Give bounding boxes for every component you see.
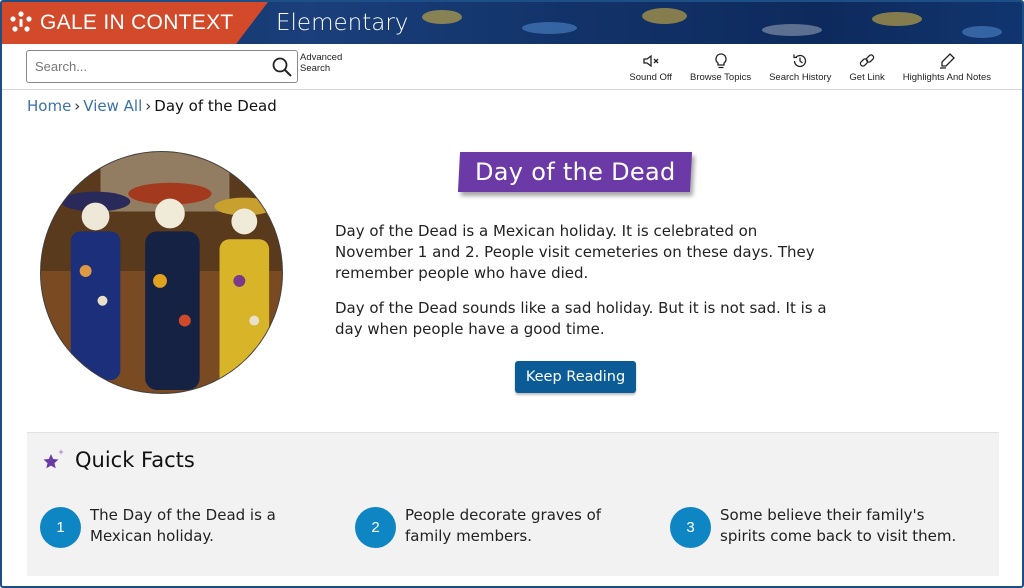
brand-name: GALE IN CONTEXT (40, 11, 234, 34)
banner-decoration (762, 24, 822, 36)
fact-text: People decorate graves of family members… (405, 506, 602, 545)
quick-facts-section: Quick Facts 1 The Day of the Dead is a M… (27, 432, 999, 576)
advanced-search-label-2: Search (300, 63, 331, 74)
lightbulb-icon (714, 53, 727, 69)
highlights-notes-label: Highlights And Notes (902, 72, 991, 83)
sound-off-button[interactable]: Sound Off (620, 52, 681, 83)
quick-facts-heading: Quick Facts (75, 448, 195, 472)
advanced-search-label-1: Advanced (300, 52, 343, 63)
speaker-muted-icon (643, 54, 659, 68)
edition-label: Elementary (276, 10, 409, 36)
get-link-button[interactable]: Get Link (840, 52, 893, 83)
banner-decoration (872, 12, 922, 26)
history-icon (793, 54, 807, 68)
keep-reading-button[interactable]: Keep Reading (515, 361, 636, 393)
breadcrumb-current: Day of the Dead (154, 97, 277, 115)
article-paragraph: Day of the Dead is a Mexican holiday. It… (335, 222, 815, 282)
article-image (40, 151, 283, 394)
sound-off-label: Sound Off (629, 72, 673, 83)
top-banner: GALE IN CONTEXT Elementary (2, 2, 1022, 44)
breadcrumb-separator: › (74, 97, 81, 115)
breadcrumb-home-link[interactable]: Home (27, 97, 71, 115)
search-box (26, 50, 298, 83)
article-summary: Day of the Dead is a Mexican holiday. It… (335, 221, 830, 354)
fact-number-badge: 1 (40, 507, 81, 548)
article-title-text: Day of the Dead (475, 158, 676, 186)
search-history-label: Search History (769, 72, 832, 83)
article-title: Day of the Dead (457, 152, 693, 192)
link-icon (859, 54, 875, 67)
browse-topics-button[interactable]: Browse Topics (681, 52, 760, 83)
banner-decoration (642, 8, 687, 24)
highlights-notes-button[interactable]: Highlights And Notes (894, 52, 1000, 83)
banner-decoration (522, 22, 577, 34)
article-title-wrap: Day of the Dead (457, 152, 693, 192)
app-frame: GALE IN CONTEXT Elementary Advanced Sear… (0, 0, 1024, 588)
banner-decoration (422, 10, 462, 24)
advanced-search-link[interactable]: Advanced Search (300, 52, 342, 74)
fact-number-badge: 3 (670, 507, 711, 548)
search-icon[interactable] (271, 56, 293, 78)
get-link-label: Get Link (849, 72, 885, 83)
browse-topics-label: Browse Topics (690, 72, 752, 83)
highlighter-icon (939, 53, 955, 69)
quick-fact-item: 3 Some believe their family's spirits co… (670, 505, 965, 548)
gale-logo-icon (8, 10, 34, 36)
quick-fact-item: 2 People decorate graves of family membe… (355, 505, 650, 548)
breadcrumb-view-all-link[interactable]: View All (83, 97, 142, 115)
breadcrumb: Home › View All › Day of the Dead (27, 97, 277, 115)
banner-decoration (962, 26, 1002, 38)
fact-number-badge: 2 (355, 507, 396, 548)
brand-logo-link[interactable]: GALE IN CONTEXT (2, 2, 268, 44)
sparkle-star-icon (43, 449, 64, 469)
breadcrumb-separator: › (145, 97, 152, 115)
fact-text: The Day of the Dead is a Mexican holiday… (90, 506, 276, 545)
search-history-button[interactable]: Search History (760, 52, 840, 83)
article-paragraph: Day of the Dead sounds like a sad holida… (335, 299, 827, 338)
quick-facts-header: Quick Facts (41, 447, 195, 473)
toolbar: Advanced Search Sound Off Browse Topics (2, 44, 1022, 90)
quick-fact-item: 1 The Day of the Dead is a Mexican holid… (40, 505, 335, 548)
tool-buttons: Sound Off Browse Topics Search History G… (620, 52, 1000, 83)
fact-text: Some believe their family's spirits come… (720, 506, 957, 545)
search-input[interactable] (27, 59, 263, 74)
